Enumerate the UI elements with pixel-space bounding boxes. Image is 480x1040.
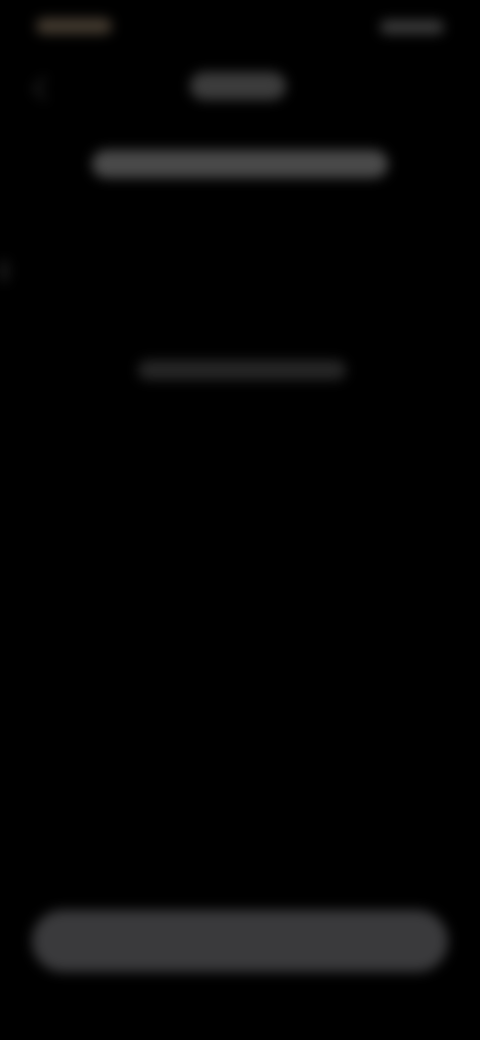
helper-text xyxy=(0,358,480,376)
page-title xyxy=(0,70,480,94)
subtitle xyxy=(0,150,480,172)
status-time xyxy=(36,18,112,34)
status-indicators xyxy=(380,20,444,34)
primary-action-button[interactable] xyxy=(32,910,448,972)
status-bar xyxy=(0,0,480,56)
app-screen xyxy=(0,0,480,1040)
edge-indicator xyxy=(0,260,8,282)
